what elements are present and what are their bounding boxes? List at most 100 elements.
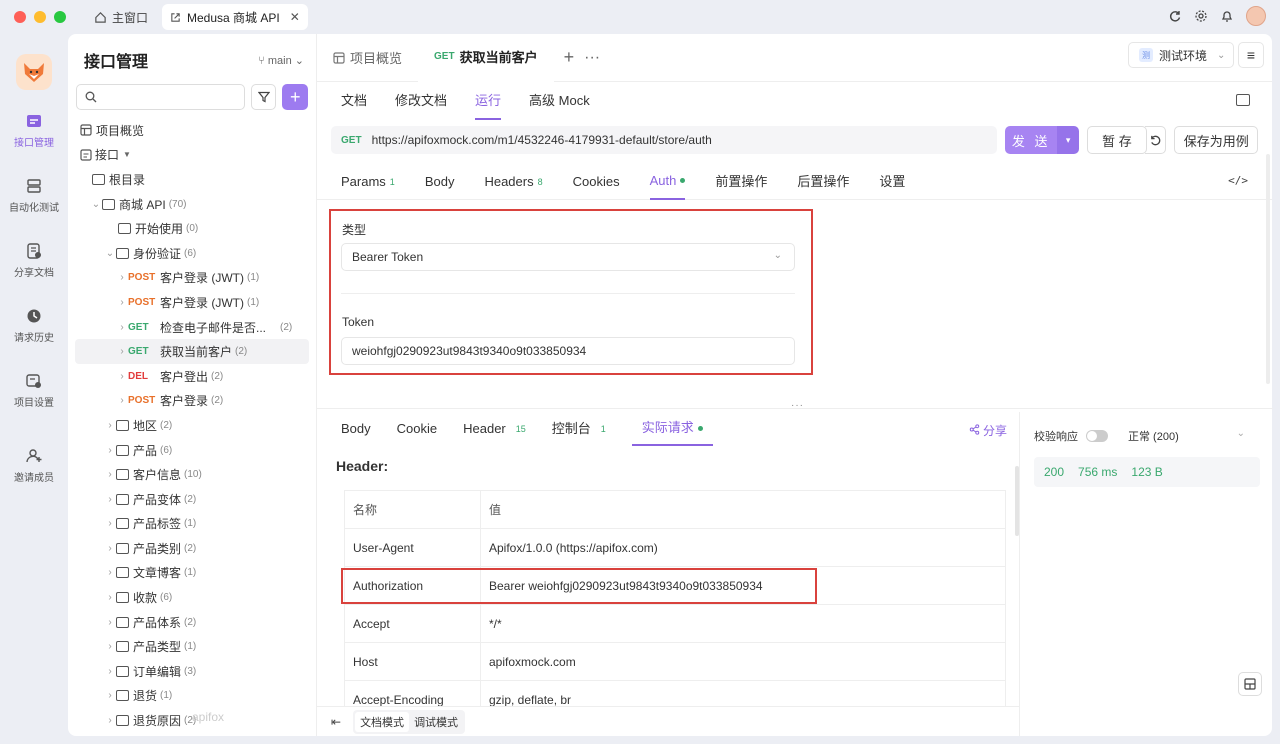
tab-doc[interactable]: 文档: [341, 82, 367, 120]
chevron-right-icon[interactable]: ›: [104, 715, 116, 726]
share-button[interactable]: 分享: [969, 422, 1007, 439]
tab-post-actions[interactable]: 后置操作: [797, 164, 849, 200]
tab-resp-body[interactable]: Body: [341, 412, 371, 446]
more-tabs-button[interactable]: ···: [584, 49, 600, 67]
tab-run[interactable]: 运行: [475, 82, 501, 120]
chevron-right-icon[interactable]: ›: [104, 543, 116, 554]
chevron-right-icon[interactable]: ›: [116, 395, 128, 406]
layout-button[interactable]: [1238, 672, 1262, 696]
tree-folder[interactable]: ›退货(1): [68, 684, 316, 709]
chevron-right-icon[interactable]: ›: [104, 420, 116, 431]
tree-folder[interactable]: ›产品类型(1): [68, 634, 316, 659]
filter-button[interactable]: [251, 84, 277, 110]
tab-cookies[interactable]: Cookies: [573, 164, 620, 200]
tab-project-overview[interactable]: 项目概览: [317, 34, 418, 82]
code-icon[interactable]: </>: [1228, 174, 1248, 187]
send-button[interactable]: 发 送: [1005, 126, 1057, 154]
minimize-window-button[interactable]: [34, 11, 46, 23]
chevron-right-icon[interactable]: ›: [104, 469, 116, 480]
tree-api-item[interactable]: › POST 客户登录 (2): [68, 389, 316, 414]
branch-selector[interactable]: ⑂ main ⌄: [258, 54, 304, 67]
gear-icon[interactable]: [1194, 9, 1208, 23]
window-tab[interactable]: Medusa 商城 API ✕: [162, 4, 308, 30]
url-input[interactable]: GET https://apifoxmock.com/m1/4532246-41…: [331, 126, 997, 154]
caret-down-icon[interactable]: ▼: [123, 150, 131, 159]
close-window-button[interactable]: [14, 11, 26, 23]
search-input[interactable]: [101, 90, 231, 104]
tree-folder[interactable]: ›产品类别(2): [68, 536, 316, 561]
chevron-right-icon[interactable]: ›: [104, 494, 116, 505]
tab-current-api[interactable]: GET 获取当前客户: [418, 34, 554, 82]
reset-icon[interactable]: [1145, 126, 1166, 154]
tab-pre-actions[interactable]: 前置操作: [715, 164, 767, 200]
search-box[interactable]: [76, 84, 245, 110]
rail-item-invite-member[interactable]: 邀请成员: [0, 447, 68, 484]
tab-edit-doc[interactable]: 修改文档: [395, 82, 447, 120]
validate-status[interactable]: 正常 (200): [1128, 428, 1179, 444]
chevron-right-icon[interactable]: ›: [116, 371, 128, 382]
project-logo[interactable]: [16, 54, 52, 90]
tab-params[interactable]: Params1: [341, 164, 395, 200]
tab-auth[interactable]: Auth: [650, 164, 686, 200]
close-tab-icon[interactable]: ✕: [290, 10, 300, 24]
tree-folder[interactable]: ⌄ 身份验证 (6): [68, 241, 316, 266]
doc-mode-button[interactable]: 文档模式: [355, 712, 409, 732]
tree-api-item-selected[interactable]: › GET 获取当前客户 (2): [75, 339, 309, 364]
chevron-right-icon[interactable]: ›: [104, 690, 116, 701]
tree-folder[interactable]: ›产品体系(2): [68, 610, 316, 635]
tree-api-item[interactable]: › POST 客户登录 (JWT) (1): [68, 266, 316, 291]
chevron-right-icon[interactable]: ›: [104, 445, 116, 456]
tab-actual-request[interactable]: 实际请求: [632, 412, 713, 446]
chevron-right-icon[interactable]: ›: [104, 666, 116, 677]
tab-headers[interactable]: Headers8: [484, 164, 542, 200]
chevron-right-icon[interactable]: ›: [104, 592, 116, 603]
chevron-right-icon[interactable]: ›: [104, 641, 116, 652]
token-input[interactable]: weiohfgj0290923ut9843t9340o9t033850934: [341, 337, 795, 365]
chevron-right-icon[interactable]: ›: [104, 567, 116, 578]
drag-handle-icon[interactable]: ···: [791, 400, 804, 411]
tree-folder[interactable]: ›客户信息(10): [68, 462, 316, 487]
chevron-right-icon[interactable]: ›: [116, 322, 128, 333]
tab-resp-cookie[interactable]: Cookie: [397, 412, 437, 446]
tree-folder[interactable]: ⌄ 商城 API (70): [68, 192, 316, 217]
panel-toggle-icon[interactable]: [1236, 94, 1250, 106]
tree-folder[interactable]: ›地区(2): [68, 413, 316, 438]
validate-toggle[interactable]: [1086, 430, 1108, 442]
bell-icon[interactable]: [1220, 9, 1234, 23]
rail-item-history[interactable]: 请求历史: [0, 307, 68, 344]
tree-folder[interactable]: ›文章博客(1): [68, 561, 316, 586]
tree-item-overview[interactable]: 项目概览: [68, 118, 316, 143]
debug-mode-button[interactable]: 调试模式: [409, 712, 463, 732]
tree-folder[interactable]: ›订单编辑(3): [68, 659, 316, 684]
save-draft-button[interactable]: 暂 存: [1087, 126, 1147, 154]
chevron-right-icon[interactable]: ›: [116, 272, 128, 283]
chevron-right-icon[interactable]: ›: [116, 346, 128, 357]
chevron-right-icon[interactable]: ›: [116, 297, 128, 308]
rail-item-automation-test[interactable]: 自动化测试: [0, 177, 68, 214]
refresh-icon[interactable]: [1168, 9, 1182, 23]
tree-folder[interactable]: 开始使用 (0): [68, 216, 316, 241]
chevron-right-icon[interactable]: ›: [104, 518, 116, 529]
rail-item-project-settings[interactable]: 项目设置: [0, 372, 68, 409]
add-button[interactable]: +: [282, 84, 308, 110]
chevron-right-icon[interactable]: ›: [104, 617, 116, 628]
tab-settings[interactable]: 设置: [879, 164, 905, 200]
new-tab-button[interactable]: +: [554, 47, 585, 68]
tab-resp-header[interactable]: Header15: [463, 412, 526, 446]
chevron-down-icon[interactable]: ⌄: [1237, 428, 1245, 439]
tree-item-api-root[interactable]: 接口 ▼: [68, 143, 316, 168]
tree-folder[interactable]: ›产品标签(1): [68, 512, 316, 537]
tree-folder[interactable]: ›产品(6): [68, 438, 316, 463]
tab-console[interactable]: 控制台1: [552, 412, 606, 446]
tree-api-item[interactable]: › GET 检查电子邮件是否... (2): [68, 315, 316, 340]
tree-api-item[interactable]: › POST 客户登录 (JWT) (1): [68, 290, 316, 315]
tree-api-item[interactable]: › DEL 客户登出 (2): [68, 364, 316, 389]
maximize-window-button[interactable]: [54, 11, 66, 23]
chevron-down-icon[interactable]: ⌄: [90, 199, 102, 210]
home-tab[interactable]: 主窗口: [94, 9, 148, 26]
tab-body[interactable]: Body: [425, 164, 455, 200]
rail-item-api-management[interactable]: 接口管理: [0, 112, 68, 149]
tree-item-root-dir[interactable]: 根目录: [68, 167, 316, 192]
menu-button[interactable]: ≡: [1238, 42, 1264, 68]
tab-advanced-mock[interactable]: 高级 Mock: [529, 82, 590, 120]
